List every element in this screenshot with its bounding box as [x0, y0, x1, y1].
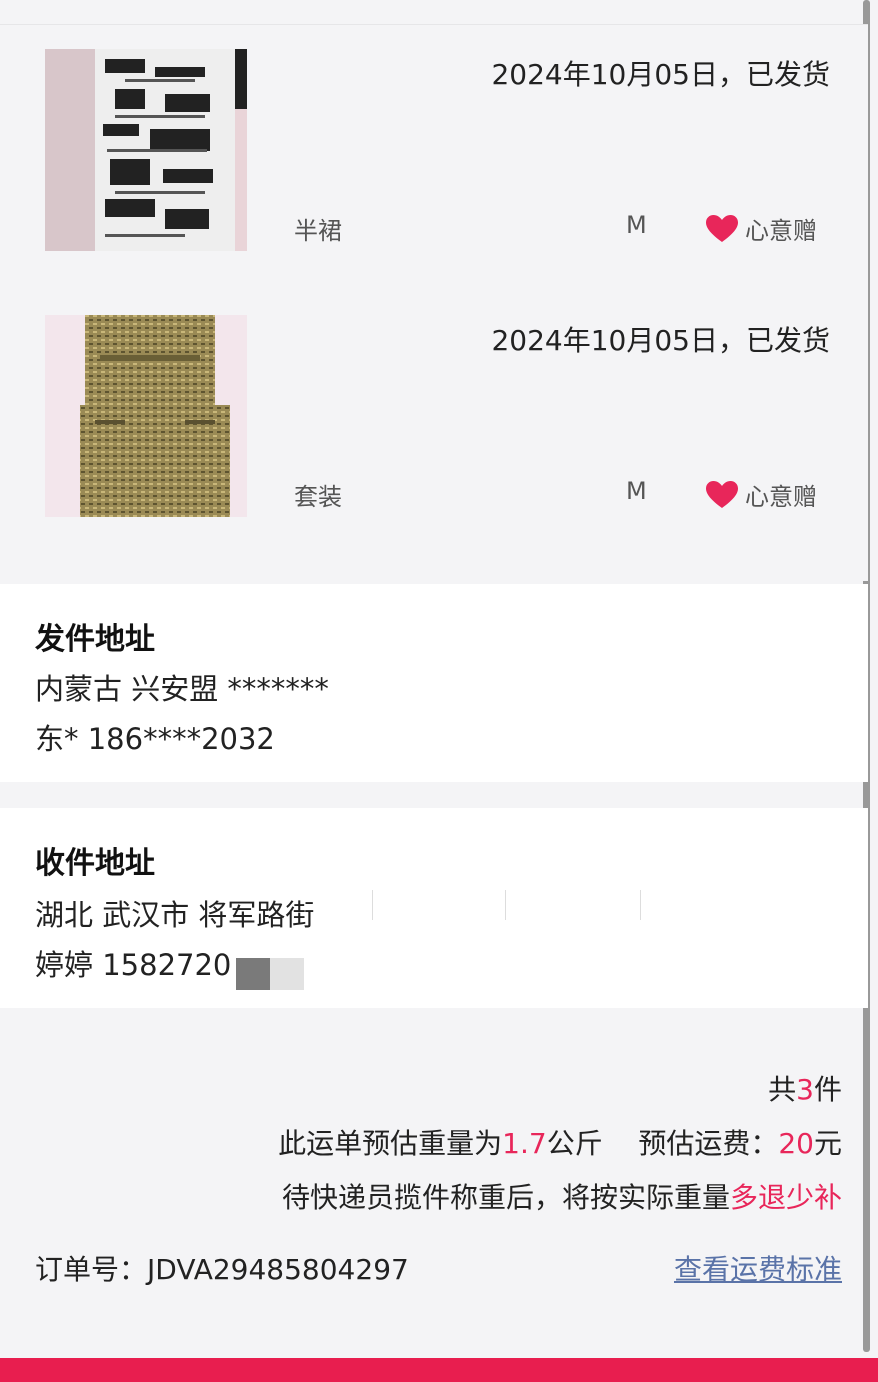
gift-label: 心意赠 [745, 483, 817, 511]
item-size: M [626, 211, 647, 239]
heart-icon [706, 480, 738, 508]
gift-tag: 心意赠 [705, 477, 817, 512]
ship-date-status: 2024年10月05日，已发货 [491, 58, 830, 91]
shipment-item[interactable]: 2024年10月05日，已发货 半裙 M 心意赠 [0, 24, 868, 292]
heart-icon [706, 214, 738, 242]
ship-date-status: 2024年10月05日，已发货 [491, 324, 830, 357]
receiver-address-card: 收件地址 湖北 武汉市 将军路街 婷婷 1582720 [0, 808, 868, 1008]
redaction-mark [640, 890, 641, 920]
item-size: M [626, 477, 647, 505]
item-category: 半裙 [294, 217, 342, 245]
weight-fee-line: 此运单预估重量为1.7公斤 预估运费：20元 [278, 1127, 842, 1160]
receiver-title: 收件地址 [35, 846, 155, 881]
receiver-contact: 婷婷 1582720 [35, 948, 232, 982]
product-thumbnail[interactable] [45, 49, 247, 251]
shipment-item[interactable]: 2024年10月05日，已发货 套装 M 心意赠 [0, 291, 868, 581]
sender-address: 内蒙古 兴安盟 ******* [35, 672, 329, 706]
redaction-mark [372, 890, 373, 920]
view-fee-standard-link[interactable]: 查看运费标准 [674, 1248, 842, 1288]
redaction-mark [270, 958, 304, 990]
receiver-address: 湖北 武汉市 将军路街 [35, 898, 315, 932]
redaction-mark [505, 890, 506, 920]
sender-contact: 东* 186****2032 [35, 722, 275, 756]
product-thumbnail[interactable] [45, 315, 247, 517]
gift-label: 心意赠 [745, 217, 817, 245]
bottom-action-bar[interactable] [0, 1358, 878, 1382]
sender-title: 发件地址 [35, 622, 155, 657]
sender-address-card: 发件地址 内蒙古 兴安盟 ******* 东* 186****2032 [0, 584, 868, 782]
gift-tag: 心意赠 [705, 211, 817, 246]
item-category: 套装 [294, 483, 342, 511]
redaction-mark [236, 958, 270, 990]
item-count: 共3件 [768, 1073, 842, 1106]
order-number: 订单号：JDVA29485804297 [35, 1253, 409, 1286]
weight-note: 待快递员揽件称重后，将按实际重量多退少补 [281, 1181, 842, 1214]
